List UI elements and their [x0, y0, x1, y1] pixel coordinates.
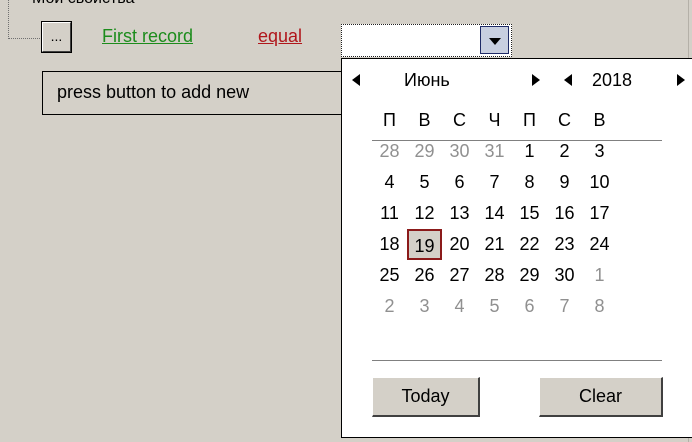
- weekday-header-row: П В С Ч П С В: [372, 105, 662, 136]
- calendar-day[interactable]: 15: [512, 198, 547, 229]
- calendar-day[interactable]: 28: [477, 260, 512, 291]
- tree-connector-horizontal: [8, 38, 40, 39]
- clear-button[interactable]: Clear: [539, 377, 663, 417]
- calendar-day[interactable]: 5: [477, 291, 512, 322]
- calendar-day-today[interactable]: 19: [407, 229, 442, 260]
- calendar-day[interactable]: 1: [582, 260, 617, 291]
- calendar-day[interactable]: 7: [547, 291, 582, 322]
- calendar-day[interactable]: 22: [512, 229, 547, 260]
- calendar-popup: Июнь 2018 П В С Ч П С В 28 29 30 31 1 2 3 4 5 6 7 8…: [341, 58, 692, 438]
- calendar-day[interactable]: 10: [582, 167, 617, 198]
- calendar-day[interactable]: 5: [407, 167, 442, 198]
- calendar-week-row: 4 5 6 7 8 9 10: [372, 167, 662, 198]
- tree-connector-vertical: [8, 0, 9, 39]
- filter-editor: Мои свойства ... First record equal pres…: [0, 0, 692, 442]
- calendar-day[interactable]: 7: [477, 167, 512, 198]
- calendar-day[interactable]: 6: [512, 291, 547, 322]
- next-month-icon[interactable]: [532, 74, 540, 86]
- calendar-week-row: 18 19 20 21 22 23 24: [372, 229, 662, 260]
- next-year-icon[interactable]: [677, 74, 685, 86]
- calendar-day[interactable]: 2: [372, 291, 407, 322]
- calendar-week-row: 2345678: [372, 291, 662, 322]
- calendar-day[interactable]: 17: [582, 198, 617, 229]
- calendar-day[interactable]: 11: [372, 198, 407, 229]
- weekday-label: С: [558, 110, 571, 130]
- calendar-day[interactable]: 30: [547, 260, 582, 291]
- weekday-label: П: [383, 110, 396, 130]
- weekday-label: П: [523, 110, 536, 130]
- calendar-day[interactable]: 3: [407, 291, 442, 322]
- chevron-down-icon: [489, 38, 501, 45]
- operator-link[interactable]: equal: [258, 26, 302, 47]
- calendar-day[interactable]: 14: [477, 198, 512, 229]
- calendar-day[interactable]: 25: [372, 260, 407, 291]
- weekday-label: В: [593, 110, 606, 130]
- field-link[interactable]: First record: [102, 26, 193, 47]
- calendar-day[interactable]: 20: [442, 229, 477, 260]
- parent-node-label: Мои свойства: [32, 0, 135, 8]
- calendar-weeks: 28 29 30 31 1 2 3 4 5 6 7 8 9 10 11 12 13 14 15 16 17 18 19 20 2…: [372, 136, 662, 322]
- calendar-week-row: 25 26 27 28 29 30 1: [372, 260, 662, 291]
- calendar-day[interactable]: 9: [547, 167, 582, 198]
- calendar-day[interactable]: 27: [442, 260, 477, 291]
- month-label: Июнь: [404, 70, 450, 90]
- calendar-day[interactable]: 16: [547, 198, 582, 229]
- calendar-day[interactable]: 13: [442, 198, 477, 229]
- prev-month-icon[interactable]: [352, 74, 360, 86]
- weekday-label: Ч: [488, 110, 501, 130]
- calendar-week-row: 11 12 13 14 15 16 17: [372, 198, 662, 229]
- calendar-day[interactable]: 26: [407, 260, 442, 291]
- calendar-grid: П В С Ч П С В 28 29 30 31 1 2 3 4 5 6 7 8 9 10 11 12 13 1…: [372, 105, 662, 322]
- calendar-day[interactable]: 12: [407, 198, 442, 229]
- calendar-day[interactable]: 23: [547, 229, 582, 260]
- calendar-day[interactable]: 8: [512, 167, 547, 198]
- add-condition-hint[interactable]: press button to add new: [42, 71, 352, 115]
- calendar-day[interactable]: 21: [477, 229, 512, 260]
- dropdown-button[interactable]: [480, 26, 509, 54]
- calendar-day[interactable]: 8: [582, 291, 617, 322]
- year-label: 2018: [592, 70, 633, 90]
- calendar-day[interactable]: 24: [582, 229, 617, 260]
- calendar-day[interactable]: 6: [442, 167, 477, 198]
- footer-divider: [372, 360, 662, 361]
- calendar-day[interactable]: 29: [512, 260, 547, 291]
- calendar-day[interactable]: 18: [372, 229, 407, 260]
- condition-menu-button[interactable]: ...: [41, 21, 72, 53]
- weekday-label: В: [418, 110, 431, 130]
- today-button[interactable]: Today: [372, 377, 480, 417]
- calendar-day[interactable]: 4: [442, 291, 477, 322]
- prev-year-icon[interactable]: [564, 74, 572, 86]
- weekday-label: С: [453, 110, 466, 130]
- calendar-header: Июнь 2018: [342, 67, 692, 97]
- header-divider: [372, 140, 662, 141]
- calendar-day[interactable]: 4: [372, 167, 407, 198]
